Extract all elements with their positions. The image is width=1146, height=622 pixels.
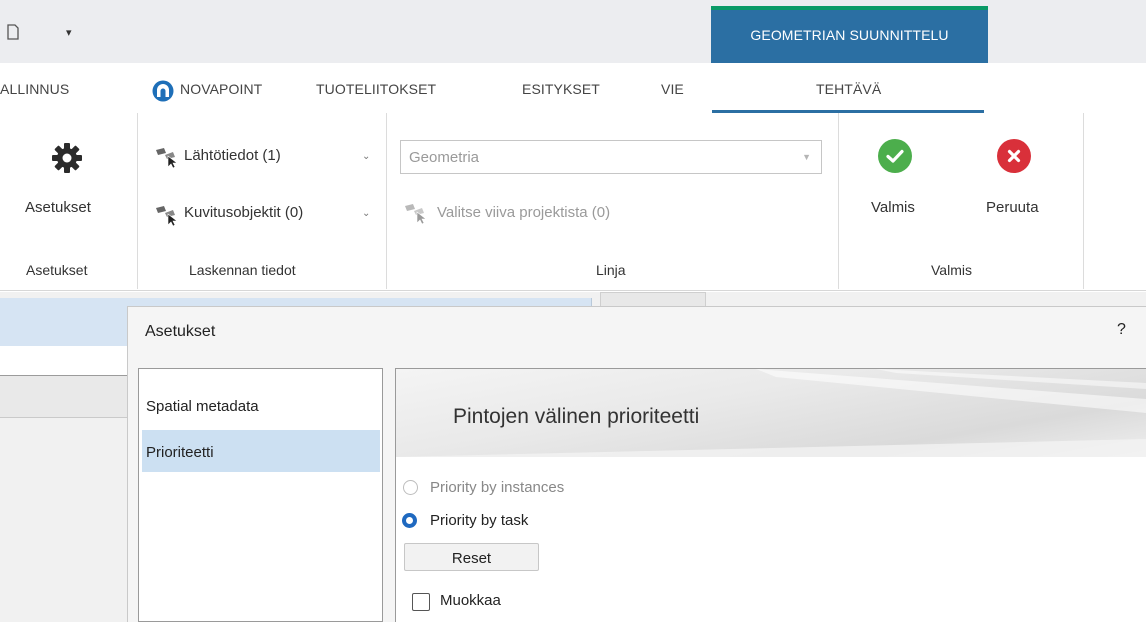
workspace-field xyxy=(0,376,128,418)
lahtotiedot-dropdown[interactable]: Lähtötiedot (1) xyxy=(184,147,281,164)
muokkaa-checkbox[interactable] xyxy=(412,593,430,611)
quick-access-icon[interactable] xyxy=(6,24,20,40)
ribbon-separator xyxy=(1083,113,1084,289)
tab-tehtava[interactable]: TEHTÄVÄ xyxy=(816,81,881,97)
context-tab-geometrian-suunnittelu: GEOMETRIAN SUUNNITTELU xyxy=(711,6,988,63)
context-tab-label: GEOMETRIAN SUUNNITTELU xyxy=(750,27,949,43)
geometria-value: Geometria xyxy=(409,149,480,166)
tab-esitykset[interactable]: ESITYKSET xyxy=(522,81,600,97)
close-icon[interactable] xyxy=(997,139,1031,173)
novapoint-logo-icon xyxy=(152,80,174,102)
chevron-down-icon[interactable]: ▼ xyxy=(802,152,811,162)
dialog-title: Asetukset xyxy=(145,323,216,340)
valmis-button[interactable]: Valmis xyxy=(871,199,915,216)
select-cursor-icon xyxy=(156,148,178,168)
reset-button-label: Reset xyxy=(451,550,492,567)
group-label-asetukset: Asetukset xyxy=(26,262,88,278)
group-label-linja: Linja xyxy=(596,262,626,278)
nav-item-spatial-metadata[interactable]: Spatial metadata xyxy=(142,384,380,426)
tab-allinnus[interactable]: ALLINNUS xyxy=(0,81,69,97)
kuvitusobjektit-dropdown[interactable]: Kuvitusobjektit (0) xyxy=(184,204,303,221)
chevron-down-icon[interactable]: ⌄ xyxy=(362,208,370,219)
nav-item-label: Prioriteetti xyxy=(146,444,214,461)
tab-tuoteliitokset[interactable]: TUOTELIITOKSET xyxy=(316,81,436,97)
tab-vie[interactable]: VIE xyxy=(661,81,684,97)
content-title: Pintojen välinen prioriteetti xyxy=(453,405,700,428)
check-icon[interactable] xyxy=(878,139,912,173)
priority-by-instances-label: Priority by instances xyxy=(430,479,565,496)
nav-item-prioriteetti[interactable]: Prioriteetti xyxy=(142,430,380,472)
valitse-viiva-button[interactable]: Valitse viiva projektista (0) xyxy=(437,204,610,221)
geometria-combobox[interactable]: Geometria ▼ xyxy=(400,140,822,174)
quick-access-dropdown[interactable]: ▾ xyxy=(66,26,72,39)
group-label-laskennan-tiedot: Laskennan tiedot xyxy=(189,262,296,278)
reset-button[interactable]: Reset xyxy=(404,543,539,571)
asetukset-button[interactable]: Asetukset xyxy=(25,199,91,216)
priority-by-task-radio[interactable] xyxy=(402,513,417,528)
chevron-down-icon[interactable]: ⌄ xyxy=(362,151,370,162)
tab-novapoint[interactable]: NOVAPOINT xyxy=(180,81,262,97)
gear-icon[interactable] xyxy=(51,142,83,174)
select-cursor-icon xyxy=(156,206,178,226)
ribbon-separator xyxy=(838,113,839,289)
select-cursor-icon xyxy=(405,204,427,224)
priority-by-task-label: Priority by task xyxy=(430,512,529,529)
peruuta-button[interactable]: Peruuta xyxy=(986,199,1039,216)
ribbon-separator xyxy=(386,113,387,289)
workspace-field xyxy=(0,346,128,376)
group-label-valmis: Valmis xyxy=(931,262,972,278)
ribbon-separator xyxy=(137,113,138,289)
muokkaa-label: Muokkaa xyxy=(440,592,501,609)
help-button[interactable]: ? xyxy=(1117,321,1126,339)
nav-item-label: Spatial metadata xyxy=(146,398,259,415)
priority-by-instances-radio[interactable] xyxy=(403,480,418,495)
